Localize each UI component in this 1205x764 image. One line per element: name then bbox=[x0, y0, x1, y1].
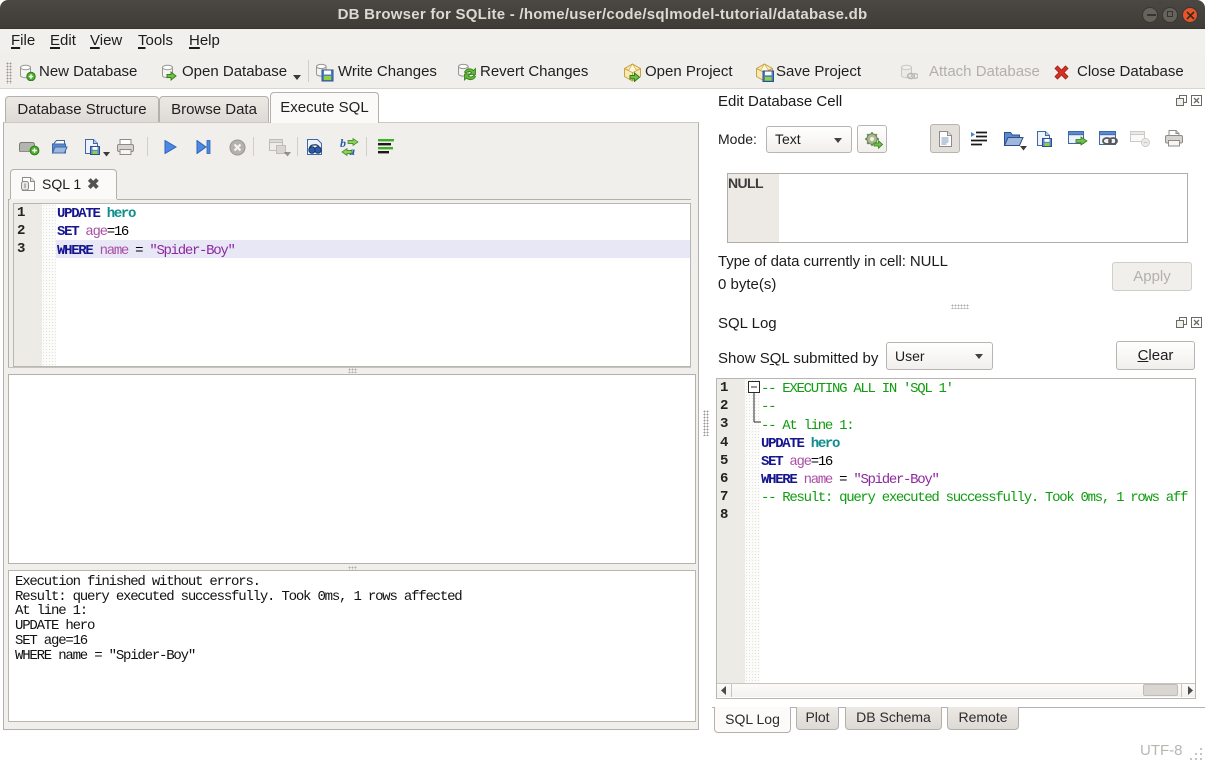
svg-text:a: a bbox=[349, 144, 355, 156]
svg-text:b: b bbox=[340, 137, 346, 150]
